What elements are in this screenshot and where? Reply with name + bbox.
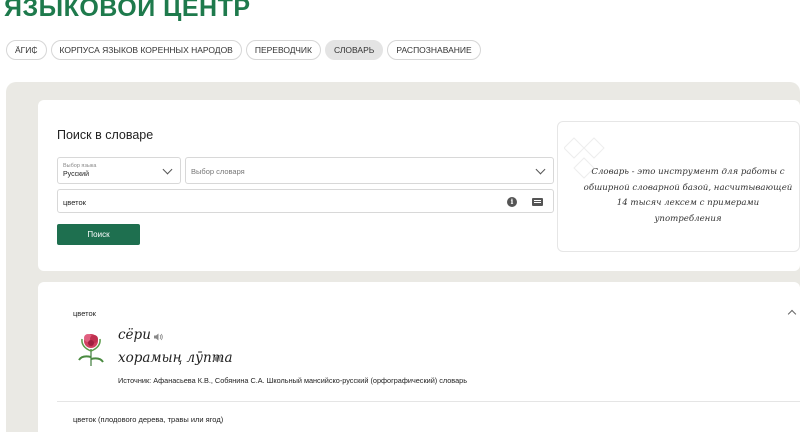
dictionary-select[interactable]: Выбор словаря [185, 157, 554, 184]
tab-corpora[interactable]: КОРПУСА ЯЗЫКОВ КОРЕННЫХ НАРОДОВ [50, 40, 242, 60]
keyboard-icon[interactable] [532, 198, 543, 206]
result-headword[interactable]: цветок (плодового дерева, травы или ягод… [73, 415, 223, 424]
chevron-down-icon [162, 164, 173, 175]
language-select-value: Русский [63, 171, 89, 178]
speaker-icon[interactable] [154, 333, 163, 341]
search-input[interactable]: цветок i [57, 189, 554, 213]
brand-logo[interactable]: ЯЗЫКОВОЙ ЦЕНТР [4, 0, 251, 23]
source-citation: Источник: Афанасьева К.В., Собянина С.А.… [118, 376, 468, 385]
search-button[interactable]: Поиск [57, 224, 140, 245]
tab-agi[interactable]: ӒГИ₵ [6, 40, 47, 60]
search-title: Поиск в словаре [57, 128, 154, 142]
search-input-value: цветок [63, 198, 86, 207]
main-nav: ӒГИ₵ КОРПУСА ЯЗЫКОВ КОРЕННЫХ НАРОДОВ ПЕР… [6, 40, 481, 60]
language-select-label: Выбор языка [63, 163, 97, 169]
tab-translator[interactable]: ПЕРЕВОДЧИК [245, 40, 321, 60]
language-select[interactable]: Выбор языка Русский [57, 157, 181, 184]
dictionary-select-placeholder: Выбор словаря [191, 167, 245, 176]
translation-word: сёри [118, 327, 151, 343]
chevron-down-icon [535, 164, 546, 175]
speaker-icon[interactable] [213, 355, 222, 363]
divider [57, 401, 800, 402]
info-icon[interactable]: i [507, 197, 517, 207]
result-headword[interactable]: цветок [73, 309, 96, 318]
tab-recognition[interactable]: РАСПОЗНАВАНИЕ [387, 40, 481, 60]
info-text: Словарь - это инструмент для работы с об… [583, 167, 793, 224]
tab-dictionary[interactable]: СЛОВАРЬ [324, 40, 384, 60]
flower-illustration [78, 334, 104, 366]
